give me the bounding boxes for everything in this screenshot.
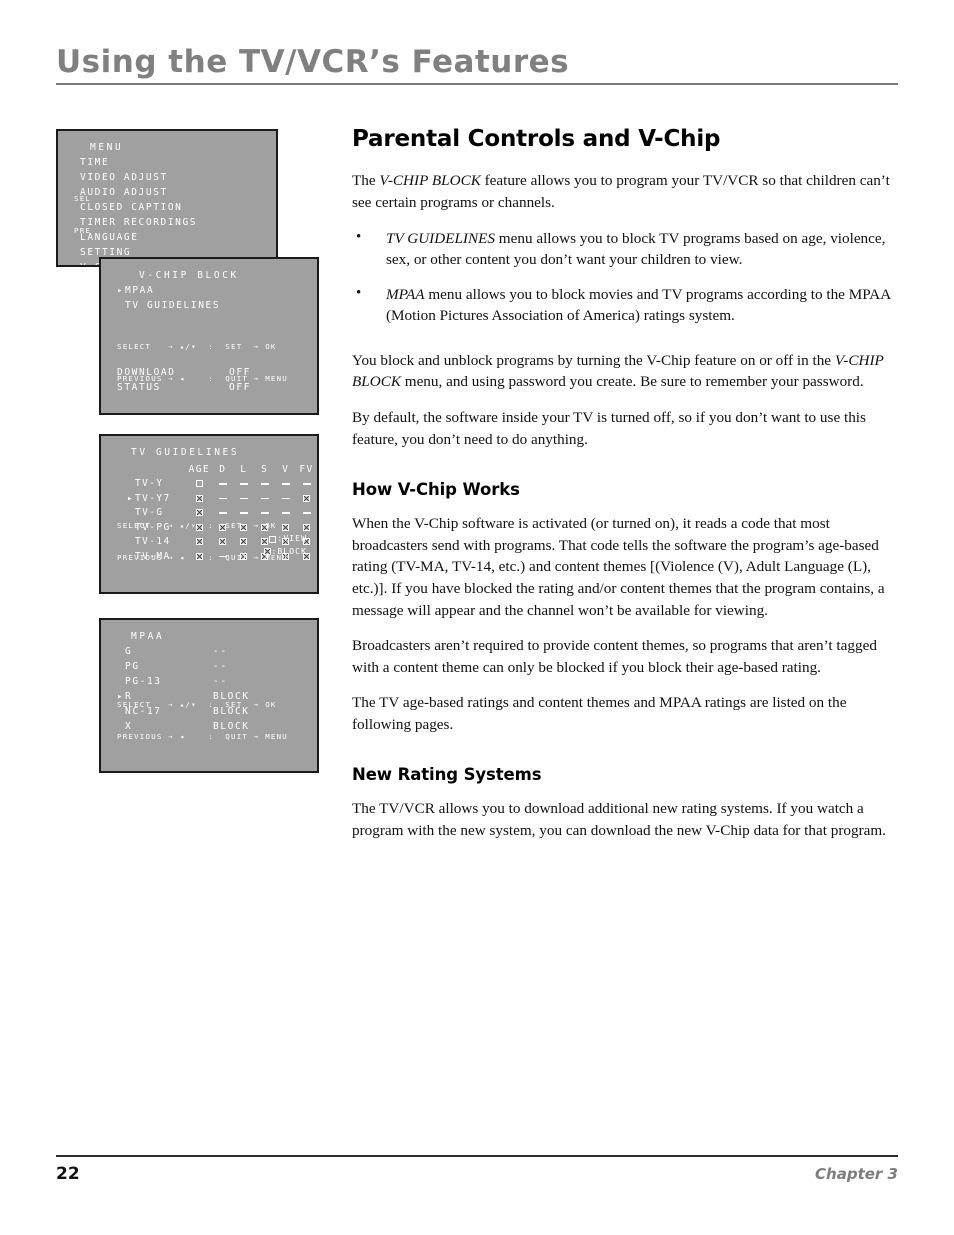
osd-menu-hints: SEL PRE [74,172,120,258]
osd-menu-item-label: TIME [80,157,110,168]
intro-emphasis: V-CHIP BLOCK [379,172,481,190]
footer-chapter-label: Chapter 3 [815,1165,898,1183]
rating-cell-age[interactable] [186,480,212,488]
list-item: MPAA menu allows you to block movies and… [352,283,898,327]
column-header-l: L [240,463,248,475]
osd-tvg-hints: SELECT → ▴/▾ : SET → OK PREVIOUS → ◂ : Q… [117,499,288,585]
column-header-d: D [219,463,227,475]
osd-tv-guidelines-panel: TV GUIDELINES AGE D L S V FV TV-YTV-Y7TV… [99,434,319,594]
how-paragraph-2: Broadcasters aren’t required to provide … [352,637,877,676]
not-applicable-dash-icon [260,483,269,485]
osd-vchip-item-label: MPAA [125,285,155,296]
rating-label: TV-Y [135,478,164,490]
rating-cell-l[interactable] [233,483,254,485]
block-unblock-paragraph: You block and unblock programs by turnin… [352,350,898,393]
section-heading-parental-controls: Parental Controls and V-Chip [352,126,721,152]
bullet-emphasis: MPAA [386,285,425,303]
column-header-v: V [282,463,290,475]
block-pre: You block and unblock programs by turnin… [352,351,835,369]
header-divider [56,82,898,85]
mpaa-row[interactable]: PG -- [117,659,317,674]
tv-guidelines-row[interactable]: TV-Y [117,477,317,492]
intro-pre: The [352,172,380,190]
osd-mpaa-hint-select: SELECT → ▴/▾ : SET → OK [117,699,277,709]
document-page: Using the TV/VCR’s Features MENU TIME VI… [0,0,954,1235]
osd-menu-item-time[interactable]: TIME [72,155,276,170]
mpaa-rating-label: G [125,646,133,657]
footer-page-number: 22 [56,1164,80,1184]
how-paragraph-3: The TV age-based ratings and content the… [352,694,847,733]
osd-vchip-hint-select: SELECT → ▴/▾ : SET → OK [117,341,277,351]
not-applicable-dash-icon [281,483,290,485]
rating-cell-fv[interactable] [296,483,317,485]
column-header-fv: FV [299,463,314,475]
mpaa-row[interactable]: G -- [117,644,317,659]
block-checkbox-icon [303,523,311,531]
osd-mpaa-hints: SELECT → ▴/▾ : SET → OK PREVIOUS → ◂ : Q… [117,678,288,764]
rating-cell-d[interactable] [212,483,233,485]
page-title: Using the TV/VCR’s Features [56,44,570,80]
osd-vchip-block-panel: V-CHIP BLOCK MPAA TV GUIDELINES DOWNLOAD… [99,257,319,415]
mpaa-row-label: PG [117,659,213,674]
osd-tvg-title: TV GUIDELINES [131,447,240,458]
bullet-emphasis: TV GUIDELINES [386,229,495,247]
osd-tvg-hint-select: SELECT → ▴/▾ : SET → OK [117,520,277,530]
page-footer: 22 Chapter 3 [56,1155,898,1184]
osd-vchip-item-label: TV GUIDELINES [125,300,221,312]
osd-tvg-hint-previous: PREVIOUS → ◂ : QUIT → MENU [117,552,288,562]
osd-mpaa-hint-previous: PREVIOUS → ◂ : QUIT → MENU [117,731,288,741]
osd-menu-title: MENU [90,142,124,153]
bullet-text: menu allows you to block movies and TV p… [386,285,891,325]
list-item: TV GUIDELINES menu allows you to block T… [352,227,898,271]
osd-vchip-title: V-CHIP BLOCK [139,270,239,281]
mpaa-row-value: -- [213,646,228,657]
osd-vchip-hint-previous: PREVIOUS → ◂ : QUIT → MENU [117,373,288,383]
new-rating-paragraph: The TV/VCR allows you to download additi… [352,800,886,839]
rating-cell-s[interactable] [254,483,275,485]
rating-cell-fv[interactable] [296,523,317,531]
section-heading-new-rating-systems: New Rating Systems [352,765,542,785]
default-off-paragraph: By default, the software inside your TV … [352,409,866,448]
tv-guidelines-header-row: AGE D L S V FV [117,462,317,477]
osd-mpaa-title: MPAA [131,631,165,642]
osd-menu-hint-select: SEL [74,193,92,203]
mpaa-row-value: -- [213,661,228,672]
intro-paragraph: The V-CHIP BLOCK feature allows you to p… [352,170,898,213]
osd-menu-hint-previous: PRE [74,225,92,235]
mpaa-rating-label: PG [125,661,140,672]
not-applicable-dash-icon [239,483,248,485]
not-applicable-dash-icon [302,512,311,514]
osd-mpaa-panel: MPAA G--PG--PG-13--RBLOCKNC-17BLOCKXBLOC… [99,618,319,773]
tv-guidelines-row-label: TV-Y [117,476,186,491]
section-heading-how-vchip-works: How V-Chip Works [352,480,520,500]
osd-vchip-hints: SELECT → ▴/▾ : SET → OK PREVIOUS → ◂ : Q… [117,320,288,406]
article-content: Parental Controls and V-Chip The V-CHIP … [352,126,898,842]
block-checkbox-icon [303,494,311,502]
not-applicable-dash-icon [218,483,227,485]
selection-arrow-icon [117,283,125,298]
selection-arrow-icon [72,260,80,265]
block-post: menu, and using password you create. Be … [400,373,864,391]
feature-bullet-list: TV GUIDELINES menu allows you to block T… [352,227,898,327]
column-header-age: AGE [188,463,211,475]
mpaa-row-label: G [117,644,213,659]
rating-cell-fv[interactable] [296,512,317,514]
how-paragraph-1: When the V-Chip software is activated (o… [352,515,885,619]
column-header-s: S [261,463,269,475]
osd-main-menu-panel: MENU TIME VIDEO ADJUST AUDIO ADJUST CLOS… [56,129,278,267]
osd-vchip-item-mpaa[interactable]: MPAA [117,283,317,298]
page-header: Using the TV/VCR’s Features [56,46,898,85]
rating-cell-v[interactable] [275,483,296,485]
footer-divider [56,1155,898,1157]
not-applicable-dash-icon [302,483,311,485]
view-checkbox-icon [195,480,203,488]
osd-vchip-item-tv-guidelines[interactable]: TV GUIDELINES [117,298,317,313]
rating-cell-fv[interactable] [296,494,317,502]
